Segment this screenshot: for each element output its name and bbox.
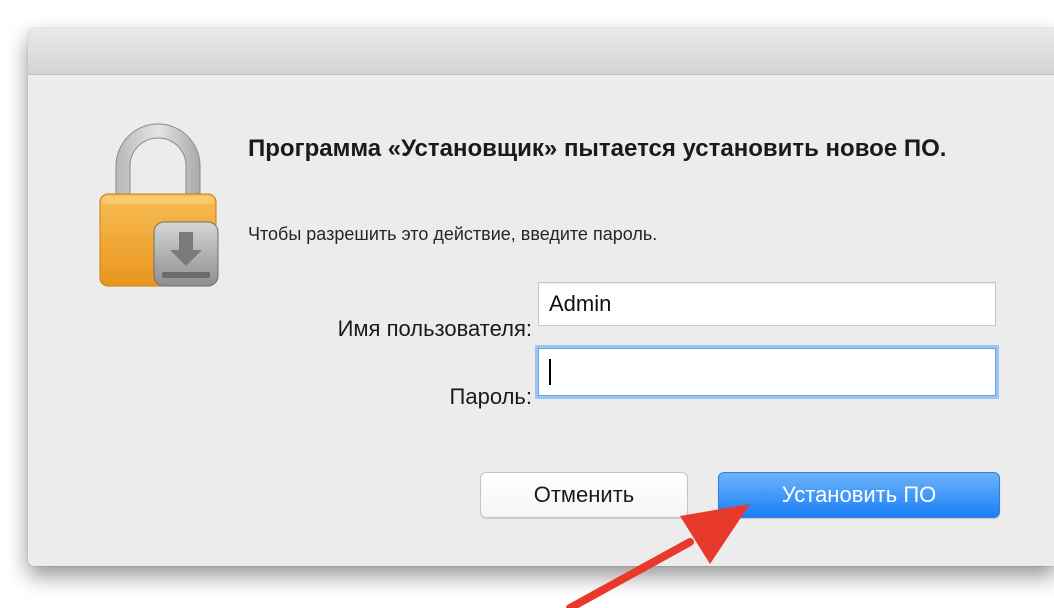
password-field[interactable]	[538, 348, 996, 396]
dialog-title: Программа «Установщик» пытается установи…	[248, 135, 947, 162]
text-cursor	[549, 359, 551, 385]
dialog-subtitle: Чтобы разрешить это действие, введите па…	[248, 224, 658, 244]
red-arrow-icon	[566, 504, 750, 608]
username-label: Имя пользователя:	[337, 316, 532, 341]
lock-icon	[99, 123, 219, 287]
username-field[interactable]: Admin	[538, 282, 996, 326]
password-label: Пароль:	[449, 384, 532, 409]
username-value: Admin	[549, 291, 612, 316]
window-title-bar[interactable]	[28, 28, 1054, 75]
